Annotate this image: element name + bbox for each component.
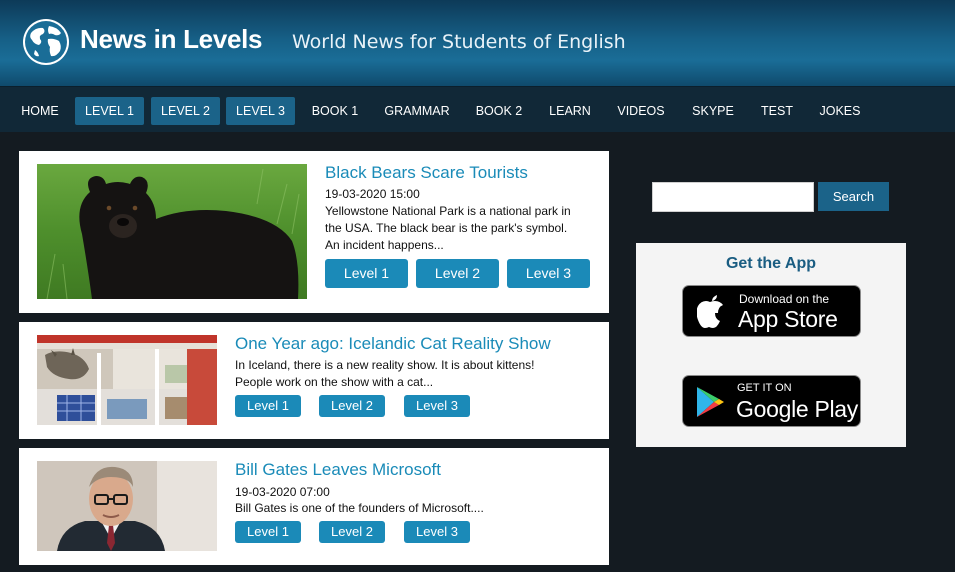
excerpt-line: An incident happens... bbox=[325, 238, 444, 252]
google-play-small-text: GET IT ON bbox=[737, 382, 792, 394]
bill-gates-image[interactable] bbox=[37, 461, 217, 551]
level-3-button[interactable]: Level 3 bbox=[404, 395, 470, 417]
article-excerpt: Yellowstone National Park is a national … bbox=[325, 203, 605, 254]
app-heading: Get the App bbox=[725, 255, 817, 272]
google-play-badge[interactable]: GET IT ON Google Play bbox=[682, 375, 861, 427]
article-date: 19-03-2020 07:00 bbox=[235, 485, 330, 499]
nav-videos[interactable]: VIDEOS bbox=[612, 97, 670, 125]
cat-dollhouse-image[interactable] bbox=[37, 335, 217, 425]
article-card: Black Bears Scare Tourists 19-03-2020 15… bbox=[19, 151, 609, 313]
level-3-button[interactable]: Level 3 bbox=[404, 521, 470, 543]
black-bear-image[interactable] bbox=[37, 164, 307, 299]
excerpt-line: Yellowstone National Park is a national … bbox=[325, 204, 571, 218]
article-excerpt: In Iceland, there is a new reality show.… bbox=[235, 357, 595, 391]
app-store-big-text: App Store bbox=[738, 306, 838, 332]
apple-icon bbox=[697, 295, 723, 328]
level-1-button[interactable]: Level 1 bbox=[235, 395, 301, 417]
nav-home[interactable]: HOME bbox=[14, 97, 66, 125]
nav-grammar[interactable]: GRAMMAR bbox=[380, 97, 454, 125]
get-the-app-panel: Get the App Download on the App Store GE… bbox=[636, 243, 906, 447]
site-title[interactable]: News in Levels bbox=[80, 24, 263, 55]
level-2-button[interactable]: Level 2 bbox=[319, 395, 385, 417]
excerpt-line: In Iceland, there is a new reality show.… bbox=[235, 358, 535, 372]
nav-jokes[interactable]: JOKES bbox=[814, 97, 866, 125]
main-nav: HOME LEVEL 1 LEVEL 2 LEVEL 3 BOOK 1 GRAM… bbox=[0, 86, 955, 132]
site-header: News in Levels World News for Students o… bbox=[0, 0, 955, 86]
excerpt-line: People work on the show with a cat... bbox=[235, 375, 434, 389]
excerpt-line: Bill Gates is one of the founders of Mic… bbox=[235, 501, 484, 515]
article-card: One Year ago: Icelandic Cat Reality Show… bbox=[19, 322, 609, 439]
site-tagline: World News for Students of English bbox=[292, 31, 626, 53]
article-title[interactable]: Black Bears Scare Tourists bbox=[325, 163, 528, 183]
level-2-button[interactable]: Level 2 bbox=[319, 521, 385, 543]
level-2-button[interactable]: Level 2 bbox=[416, 259, 499, 288]
search-button[interactable]: Search bbox=[818, 182, 889, 211]
level-1-button[interactable]: Level 1 bbox=[325, 259, 408, 288]
globe-icon[interactable] bbox=[21, 17, 71, 67]
nav-test[interactable]: TEST bbox=[756, 97, 798, 125]
nav-level-2[interactable]: LEVEL 2 bbox=[151, 97, 220, 125]
excerpt-line: the USA. The black bear is the park's sy… bbox=[325, 221, 568, 235]
app-store-badge[interactable]: Download on the App Store bbox=[682, 285, 861, 337]
article-date: 19-03-2020 15:00 bbox=[325, 187, 420, 201]
nav-learn[interactable]: LEARN bbox=[544, 97, 596, 125]
nav-book-2[interactable]: BOOK 2 bbox=[470, 97, 528, 125]
level-3-button[interactable]: Level 3 bbox=[507, 259, 590, 288]
article-title[interactable]: Bill Gates Leaves Microsoft bbox=[235, 460, 441, 480]
nav-level-1[interactable]: LEVEL 1 bbox=[75, 97, 144, 125]
google-play-big-text: Google Play bbox=[736, 396, 858, 422]
article-title[interactable]: One Year ago: Icelandic Cat Reality Show bbox=[235, 334, 551, 354]
app-store-small-text: Download on the bbox=[739, 292, 830, 306]
nav-level-3[interactable]: LEVEL 3 bbox=[226, 97, 295, 125]
search-input[interactable] bbox=[652, 182, 814, 212]
article-card: Bill Gates Leaves Microsoft 19-03-2020 0… bbox=[19, 448, 609, 565]
level-1-button[interactable]: Level 1 bbox=[235, 521, 301, 543]
nav-skype[interactable]: SKYPE bbox=[686, 97, 740, 125]
article-excerpt: Bill Gates is one of the founders of Mic… bbox=[235, 500, 595, 517]
google-play-icon bbox=[697, 387, 724, 417]
nav-book-1[interactable]: BOOK 1 bbox=[306, 97, 364, 125]
